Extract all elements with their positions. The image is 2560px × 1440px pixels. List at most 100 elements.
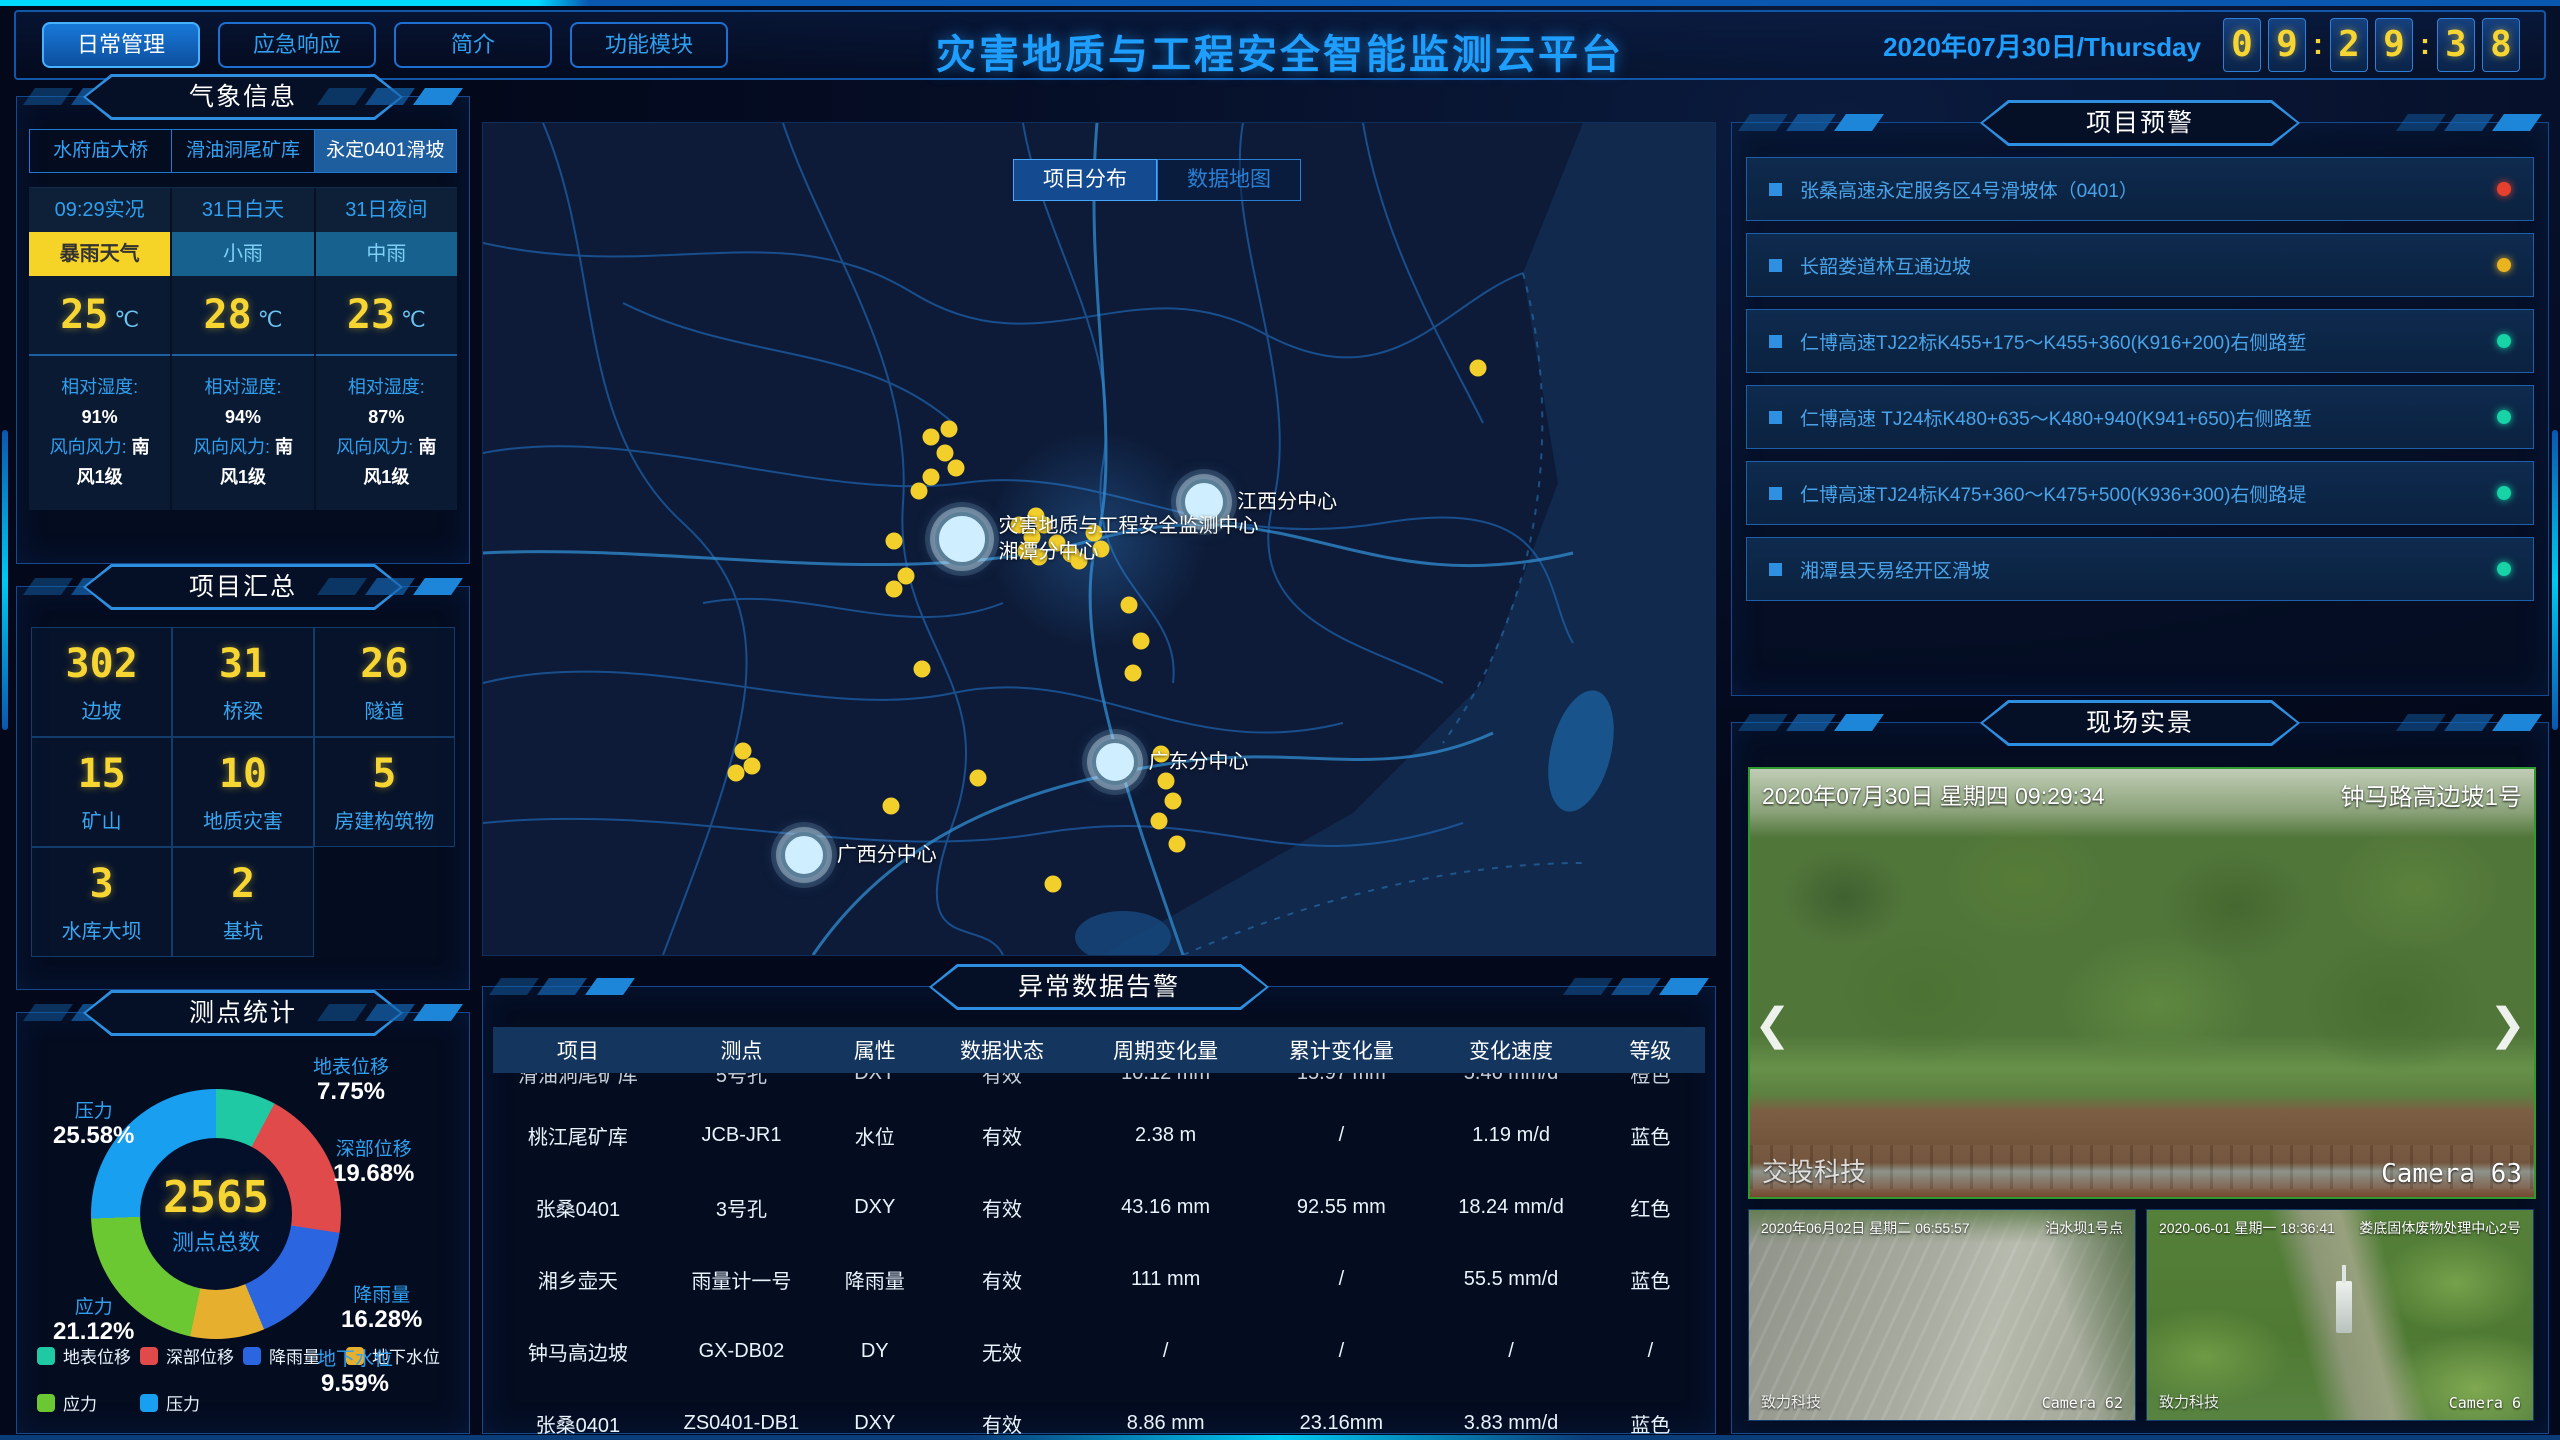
panel-decoration <box>2402 714 2536 731</box>
map-tab-1[interactable]: 项目分布 <box>1013 159 1157 201</box>
stat-label: 隧道 <box>364 695 404 724</box>
warning-item-4[interactable]: 仁博高速 TJ24标K480+635～K480+940(K941+650)右侧路… <box>1746 385 2534 449</box>
map-marker[interactable]: 广东分中心 <box>1092 739 1248 785</box>
alarm-cell: 滑油洞尾矿库 <box>493 1073 663 1088</box>
stat-value: 10 <box>219 751 267 797</box>
alarm-table-row[interactable]: 桃江尾矿库JCB-JR1水位有效2.38 m/1.19 m/d蓝色 <box>493 1099 1705 1171</box>
alarm-table-row[interactable]: 滑油洞尾矿库5号孔DXY有效10.12 mm15.97 mm5.46 mm/d橙… <box>493 1073 1705 1099</box>
project-dot[interactable] <box>1132 633 1149 650</box>
marker-label: 江西分中心 <box>1237 489 1337 515</box>
temperature-unit: ℃ <box>258 307 283 333</box>
bullet-icon <box>1769 259 1782 272</box>
callout-name: 深部位移 <box>333 1139 414 1161</box>
legend-swatch <box>243 1347 261 1365</box>
project-dot[interactable] <box>948 460 965 477</box>
weather-condition: 中雨 <box>316 232 457 276</box>
alarm-cell: 水位 <box>820 1121 929 1150</box>
nav-button-3[interactable]: 简介 <box>394 22 552 68</box>
nav-button-4[interactable]: 功能模块 <box>570 22 728 68</box>
warning-item-2[interactable]: 长韶娄道林互通边坡 <box>1746 233 2534 297</box>
legend-item-压力: 压力 <box>140 1390 243 1415</box>
alarm-cell: 降雨量 <box>820 1265 929 1294</box>
weather-tab-3[interactable]: 永定0401滑坡 <box>315 129 457 173</box>
legend-label: 深部位移 <box>166 1343 234 1368</box>
alarm-column-header: 累计变化量 <box>1257 1035 1427 1065</box>
donut-center: 2565 测点总数 <box>140 1138 292 1290</box>
project-dot[interactable] <box>1045 876 1062 893</box>
project-dot[interactable] <box>743 758 760 775</box>
summary-grid: 302边坡31桥梁26隧道15矿山10地质灾害5房建构筑物3水库大坝2基坑 <box>31 627 455 957</box>
project-dot[interactable] <box>727 764 744 781</box>
sub-camera-view-2[interactable]: 2020-06-01 星期一 18:36:41 娄底固体废物处理中心2号 致力科… <box>2146 1209 2534 1421</box>
project-dot[interactable] <box>882 798 899 815</box>
camera-location-label: 钟马路高边坡1号 <box>2341 777 2522 812</box>
alarm-column-header: 属性 <box>820 1035 929 1065</box>
stat-value: 3 <box>90 861 114 907</box>
warning-item-3[interactable]: 仁博高速TJ22标K455+175～K455+360(K916+200)右侧路堑 <box>1746 309 2534 373</box>
project-dot[interactable] <box>940 421 957 438</box>
alarm-cell: 橙色 <box>1596 1073 1705 1088</box>
bullet-icon <box>1769 563 1782 576</box>
camera-id-label: Camera 63 <box>2381 1159 2522 1189</box>
project-dot[interactable] <box>923 428 940 445</box>
project-dot[interactable] <box>1164 793 1181 810</box>
alarm-cell: 桃江尾矿库 <box>493 1121 663 1150</box>
project-dot[interactable] <box>1125 664 1142 681</box>
weather-tab-1[interactable]: 水府庙大桥 <box>29 129 172 173</box>
project-dot[interactable] <box>913 660 930 677</box>
warning-item-6[interactable]: 湘潭县天易经开区滑坡 <box>1746 537 2534 601</box>
project-dot[interactable] <box>886 532 903 549</box>
sub-camera-view-1[interactable]: 2020年06月02日 星期二 06:55:57 泊水坝1号点 致力科技 Cam… <box>1748 1209 2136 1421</box>
nav-button-2[interactable]: 应急响应 <box>218 22 376 68</box>
alarm-table-row[interactable]: 张桑04013号孔DXY有效43.16 mm92.55 mm18.24 mm/d… <box>493 1171 1705 1243</box>
alarm-cell: 1.19 m/d <box>1426 1124 1596 1147</box>
dashboard-page: 日常管理应急响应简介功能模块 灾害地质与工程安全智能监测云平台 2020年07月… <box>0 0 2560 1440</box>
temperature-unit: ℃ <box>114 307 139 333</box>
map-marker[interactable]: 广西分中心 <box>781 832 937 878</box>
alarm-cell: GX-DB02 <box>663 1340 821 1363</box>
map-tab-2[interactable]: 数据地图 <box>1157 159 1301 201</box>
summary-panel-title: 项目汇总 <box>83 564 403 610</box>
main-camera-view: 2020年07月30日 星期四 09:29:34 钟马路高边坡1号 交投科技 C… <box>1748 767 2536 1199</box>
alarm-table-row[interactable]: 张桑0401ZS0401-DB1DXY有效8.86 mm23.16mm3.83 … <box>493 1387 1705 1440</box>
warning-item-1[interactable]: 张桑高速永定服务区4号滑坡体（0401） <box>1746 157 2534 221</box>
alarm-cell: 有效 <box>929 1265 1074 1294</box>
project-dot[interactable] <box>923 468 940 485</box>
legend-swatch <box>140 1347 158 1365</box>
project-dot[interactable] <box>1151 813 1168 830</box>
status-dot-icon <box>2497 486 2511 500</box>
project-dot[interactable] <box>886 580 903 597</box>
callout-name: 降雨量 <box>341 1285 422 1307</box>
alarm-cell: 蓝色 <box>1596 1409 1705 1438</box>
legend-label: 地表位移 <box>63 1343 131 1368</box>
legend-swatch <box>37 1347 55 1365</box>
prev-camera-arrow[interactable]: ❮ <box>1754 1003 1791 1047</box>
stat-label: 矿山 <box>82 805 122 834</box>
warning-item-5[interactable]: 仁博高速TJ24标K475+360～K475+500(K936+300)右侧路堤 <box>1746 461 2534 525</box>
alarm-cell: / <box>1075 1340 1257 1363</box>
alarm-column-header: 周期变化量 <box>1075 1035 1257 1065</box>
weather-tab-2[interactable]: 滑油洞尾矿库 <box>172 129 314 173</box>
callout-name: 应力 <box>53 1297 134 1319</box>
map-marker[interactable]: 灾害地质与工程安全监测中心湘潭分中心 <box>935 512 1259 566</box>
date-label: 2020年07月30日/Thursday <box>1883 27 2201 64</box>
marker-ring-icon <box>935 512 989 566</box>
project-dot[interactable] <box>937 445 954 462</box>
status-dot-icon <box>2497 334 2511 348</box>
temperature-unit: ℃ <box>401 307 426 333</box>
weather-column-3: 31日夜间中雨23℃相对湿度: 87%风向风力: 南风1级 <box>314 188 457 510</box>
stat-value: 302 <box>66 641 138 687</box>
project-dot[interactable] <box>911 482 928 499</box>
donut-callout-压力: 压力25.58% <box>53 1101 134 1149</box>
project-dot[interactable] <box>1168 835 1185 852</box>
nav-button-1[interactable]: 日常管理 <box>42 22 200 68</box>
camera-location-label: 娄底固体废物处理中心2号 <box>2359 1218 2521 1238</box>
left-edge-decoration <box>2 430 8 730</box>
project-dot[interactable] <box>1120 596 1137 613</box>
project-dot[interactable] <box>1470 359 1487 376</box>
next-camera-arrow[interactable]: ❯ <box>2489 1003 2526 1047</box>
project-dot[interactable] <box>970 769 987 786</box>
alarm-table-row[interactable]: 湘乡壶天雨量计一号降雨量有效111 mm/55.5 mm/d蓝色 <box>493 1243 1705 1315</box>
alarm-table-row[interactable]: 钟马高边坡GX-DB02DY无效//// <box>493 1315 1705 1387</box>
alarm-cell: 2.38 m <box>1075 1124 1257 1147</box>
